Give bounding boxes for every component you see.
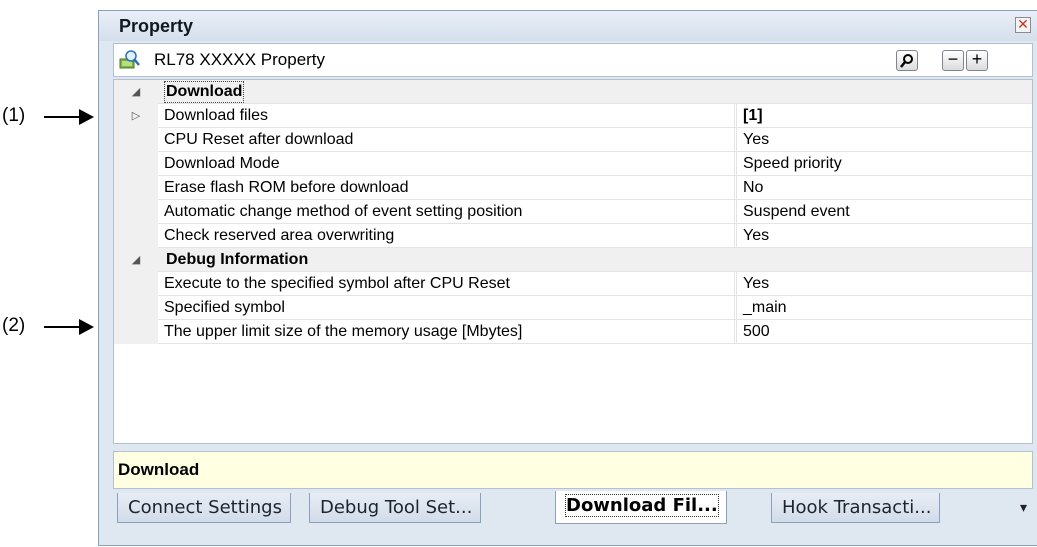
property-subtitle: RL78 XXXXX Property — [154, 50, 326, 69]
property-name: Specified symbol — [164, 299, 285, 316]
column-divider — [734, 104, 735, 127]
property-value[interactable]: Yes — [736, 224, 769, 247]
property-header: RL78 XXXXX Property − + — [113, 43, 1033, 77]
property-value[interactable]: Yes — [736, 128, 769, 151]
property-name: Execute to the specified symbol after CP… — [164, 275, 510, 292]
collapse-icon[interactable]: ◢ — [114, 80, 158, 104]
column-divider — [734, 272, 735, 295]
collapse-icon[interactable]: ◢ — [114, 248, 158, 272]
property-value[interactable]: [1] — [736, 104, 763, 127]
property-value[interactable]: Suspend event — [736, 200, 850, 223]
callout-2-line — [44, 326, 80, 328]
property-value[interactable]: 500 — [736, 320, 770, 343]
row-gutter — [114, 296, 158, 320]
property-row[interactable]: The upper limit size of the memory usage… — [114, 320, 1032, 344]
property-row[interactable]: Execute to the specified symbol after CP… — [114, 272, 1032, 296]
tab-download-file-label: Download Fil... — [565, 494, 719, 517]
property-value[interactable]: Yes — [736, 272, 769, 295]
column-divider — [734, 320, 735, 343]
column-divider — [734, 200, 735, 223]
column-divider — [734, 128, 735, 151]
property-name: Check reserved area overwriting — [164, 227, 395, 244]
property-row[interactable]: Check reserved area overwriting Yes — [114, 224, 1032, 248]
property-name: Automatic change method of event setting… — [164, 203, 523, 220]
category-debug-information[interactable]: ◢ Debug Information — [114, 248, 1032, 272]
search-icon — [900, 54, 913, 68]
row-gutter — [114, 224, 158, 248]
callout-1-line — [44, 116, 80, 118]
property-value[interactable]: No — [736, 176, 763, 199]
callout-1-label: (1) — [2, 105, 26, 126]
category-label: Download — [163, 81, 245, 103]
property-row[interactable]: Automatic change method of event setting… — [114, 200, 1032, 224]
panel-titlebar: Property ✕ — [99, 11, 1037, 41]
tab-debug-tool-settings[interactable]: Debug Tool Set... — [309, 493, 482, 523]
row-gutter — [114, 272, 158, 296]
property-name: CPU Reset after download — [164, 131, 354, 148]
row-gutter — [114, 320, 158, 344]
property-grid: ◢ Download ▷ Download files [1] CPU Rese… — [113, 79, 1033, 444]
property-row[interactable]: Specified symbol _main — [114, 296, 1032, 320]
property-value[interactable]: Speed priority — [736, 152, 842, 175]
property-name: Download files — [164, 107, 269, 124]
property-name: The upper limit size of the memory usage… — [164, 323, 523, 340]
row-gutter — [114, 200, 158, 224]
tab-download-file-settings[interactable]: Download Fil... — [555, 491, 727, 524]
expand-all-button[interactable]: + — [966, 50, 988, 71]
tab-strip: Connect Settings Debug Tool Set... Downl… — [113, 489, 1033, 529]
tab-hook-transaction-settings[interactable]: Hook Transacti... — [771, 493, 941, 523]
property-row[interactable]: CPU Reset after download Yes — [114, 128, 1032, 152]
column-divider — [734, 152, 735, 175]
row-gutter — [114, 176, 158, 200]
property-icon — [119, 50, 140, 69]
column-divider — [734, 176, 735, 199]
property-name: Erase flash ROM before download — [164, 179, 409, 196]
tab-menu-chevron-down-icon[interactable]: ▾ — [1020, 499, 1027, 516]
column-divider — [734, 296, 735, 319]
callout-1-arrow-icon — [79, 109, 94, 125]
property-name: Download Mode — [164, 155, 280, 172]
property-row[interactable]: Download Mode Speed priority — [114, 152, 1032, 176]
panel-title: Property — [119, 16, 194, 36]
search-button[interactable] — [896, 50, 918, 71]
row-gutter — [114, 128, 158, 152]
close-button[interactable]: ✕ — [1015, 17, 1031, 33]
property-panel: Property ✕ RL78 XXXXX Property − + ◢ Dow… — [98, 10, 1037, 546]
property-row[interactable]: ▷ Download files [1] — [114, 104, 1032, 128]
description-text: Download — [118, 460, 200, 479]
callout-2-label: (2) — [2, 315, 26, 336]
row-gutter — [114, 152, 158, 176]
category-label: Debug Information — [166, 251, 309, 268]
collapse-all-button[interactable]: − — [942, 50, 964, 71]
category-download[interactable]: ◢ Download — [114, 80, 1032, 104]
callout-2-arrow-icon — [79, 319, 94, 335]
expand-icon[interactable]: ▷ — [114, 104, 158, 128]
column-divider — [734, 224, 735, 247]
tab-connect-settings[interactable]: Connect Settings — [117, 493, 291, 523]
description-area: Download — [113, 451, 1033, 489]
property-value[interactable]: _main — [736, 296, 787, 319]
property-row[interactable]: Erase flash ROM before download No — [114, 176, 1032, 200]
